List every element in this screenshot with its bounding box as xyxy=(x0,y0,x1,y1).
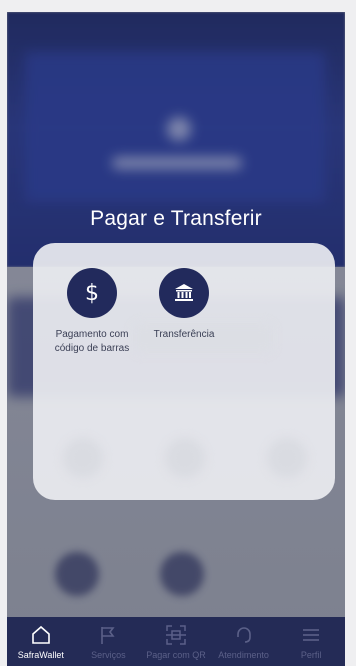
tab-label: Pagar com QR xyxy=(146,650,206,660)
transfer-action[interactable]: Transferência xyxy=(134,268,234,342)
tab-label: Perfil xyxy=(300,650,322,660)
app-screen: Pagar e Transferir $ Pagamento com códig… xyxy=(7,12,345,666)
overlay-title: Pagar e Transferir xyxy=(90,207,262,230)
panel-background-shape xyxy=(267,438,307,478)
tab-safrawallet[interactable]: SafraWallet xyxy=(7,617,75,666)
flag-icon xyxy=(97,623,119,647)
tab-label: Atendimento xyxy=(218,650,269,660)
tab-perfil[interactable]: Perfil xyxy=(277,617,345,666)
tab-pagar-com-qr[interactable]: Pagar com QR xyxy=(142,617,210,666)
dollar-icon: $ xyxy=(67,268,117,318)
barcode-payment-label: Pagamento com código de barras xyxy=(54,329,130,354)
tab-servicos[interactable]: Serviços xyxy=(75,617,143,666)
menu-icon xyxy=(300,623,322,647)
barcode-payment-action[interactable]: $ Pagamento com código de barras xyxy=(42,268,142,356)
tab-atendimento[interactable]: Atendimento xyxy=(210,617,278,666)
panel-background-shape xyxy=(63,438,103,478)
bank-icon xyxy=(159,268,209,318)
bottom-tab-bar: SafraWallet Serviços Pagar com QR Atendi… xyxy=(7,617,345,666)
actions-panel: $ Pagamento com código de barras Transfe… xyxy=(33,243,335,500)
tab-label: Serviços xyxy=(91,650,126,660)
panel-background-shape xyxy=(165,438,205,478)
transfer-label: Transferência xyxy=(153,329,215,340)
home-icon xyxy=(30,623,52,647)
tab-label: SafraWallet xyxy=(17,650,64,660)
headset-icon xyxy=(233,623,255,647)
qr-scan-icon xyxy=(165,623,187,647)
